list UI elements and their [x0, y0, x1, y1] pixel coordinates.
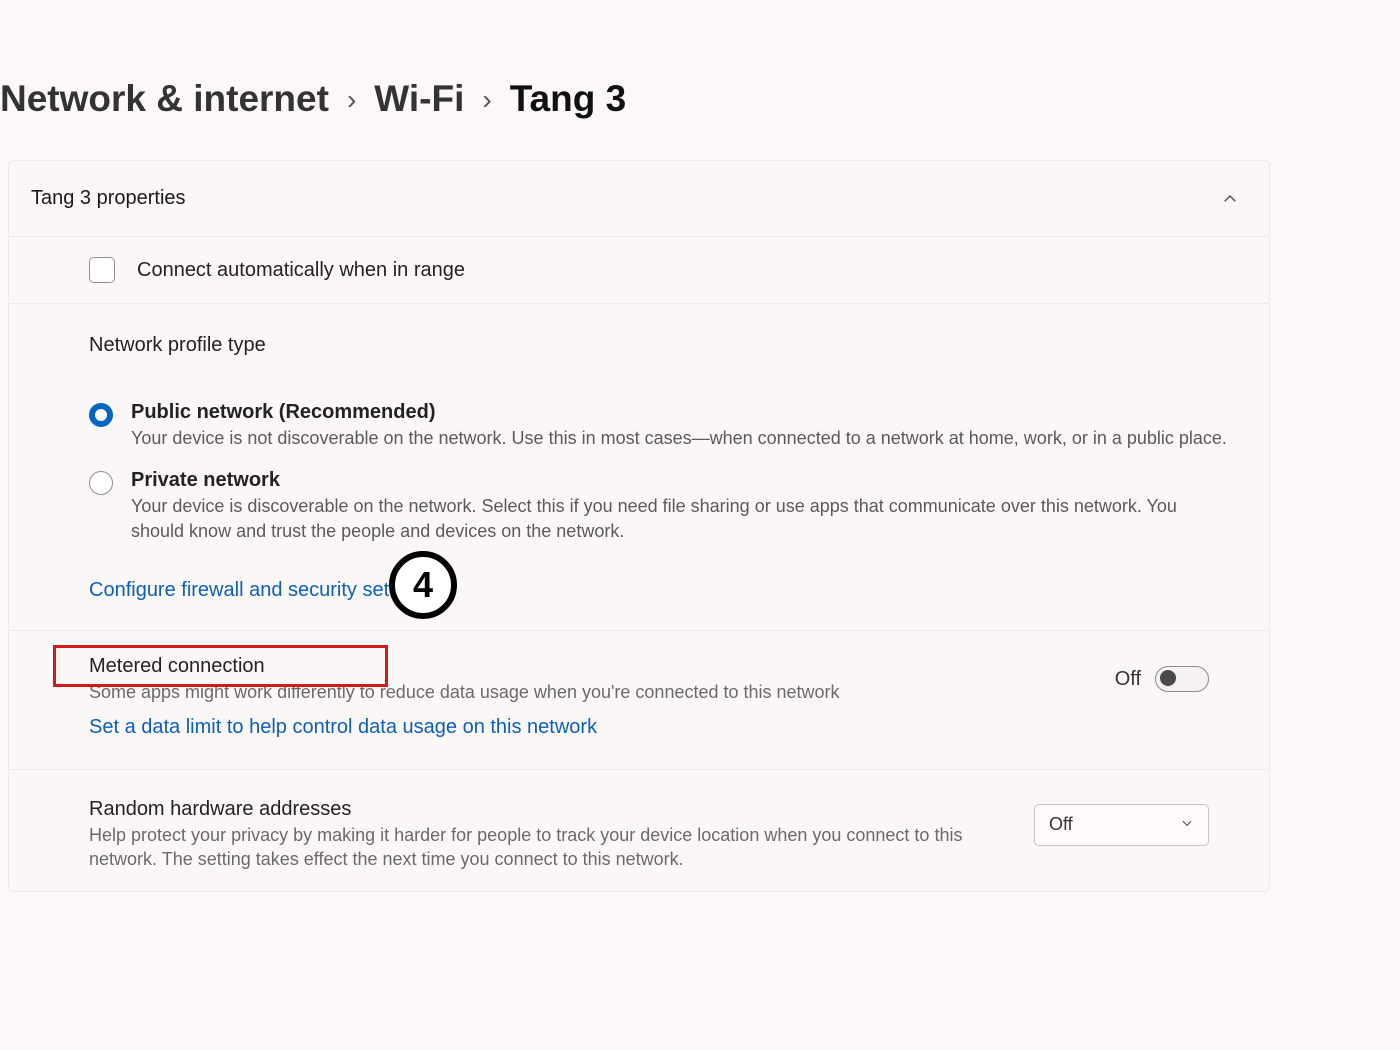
- profile-private-desc: Your device is discoverable on the netwo…: [131, 492, 1229, 544]
- metered-title: Metered connection: [89, 655, 840, 678]
- metered-toggle[interactable]: [1155, 666, 1209, 692]
- chevron-up-icon: [1221, 190, 1239, 208]
- random-hw-desc: Help protect your privacy by making it h…: [89, 821, 989, 872]
- breadcrumb-wifi[interactable]: Wi-Fi: [374, 78, 464, 120]
- metered-connection-row: Metered connection Some apps might work …: [9, 630, 1269, 710]
- chevron-down-icon: [1180, 814, 1194, 835]
- random-hw-select-value: Off: [1049, 814, 1073, 835]
- properties-panel: Tang 3 properties Connect automatically …: [8, 160, 1270, 892]
- profile-type-heading: Network profile type: [9, 304, 1269, 367]
- chevron-right-icon: ›: [347, 84, 356, 116]
- configure-firewall-link[interactable]: Configure firewall and security settings: [89, 579, 431, 602]
- random-hw-title: Random hardware addresses: [89, 798, 989, 821]
- metered-desc: Some apps might work differently to redu…: [89, 678, 840, 704]
- random-hw-row: Random hardware addresses Help protect y…: [9, 769, 1269, 892]
- profile-public-label: Public network (Recommended): [131, 401, 1227, 424]
- auto-connect-row[interactable]: Connect automatically when in range: [9, 237, 1269, 304]
- profile-type-radio-group: Public network (Recommended) Your device…: [9, 367, 1269, 559]
- radio-public[interactable]: [89, 403, 113, 427]
- breadcrumb-current: Tang 3: [510, 78, 627, 120]
- auto-connect-checkbox[interactable]: [89, 257, 115, 283]
- random-hw-select[interactable]: Off: [1034, 804, 1209, 846]
- breadcrumb-network-internet[interactable]: Network & internet: [0, 78, 329, 120]
- profile-private-label: Private network: [131, 469, 1229, 492]
- chevron-right-icon: ›: [482, 84, 491, 116]
- breadcrumb: Network & internet › Wi-Fi › Tang 3: [0, 0, 1270, 150]
- set-data-limit-link[interactable]: Set a data limit to help control data us…: [89, 716, 597, 739]
- auto-connect-label: Connect automatically when in range: [137, 259, 465, 282]
- profile-private-option[interactable]: Private network Your device is discovera…: [89, 455, 1229, 548]
- properties-title: Tang 3 properties: [31, 187, 186, 210]
- metered-toggle-wrap: Off: [1115, 666, 1209, 692]
- metered-toggle-state: Off: [1115, 668, 1141, 691]
- radio-private[interactable]: [89, 471, 113, 495]
- profile-public-desc: Your device is not discoverable on the n…: [131, 424, 1227, 451]
- firewall-link-row: Configure firewall and security settings…: [9, 559, 1269, 630]
- profile-public-option[interactable]: Public network (Recommended) Your device…: [89, 387, 1229, 455]
- data-limit-link-row: Set a data limit to help control data us…: [9, 710, 1269, 769]
- toggle-knob: [1160, 670, 1176, 686]
- properties-header[interactable]: Tang 3 properties: [9, 161, 1269, 237]
